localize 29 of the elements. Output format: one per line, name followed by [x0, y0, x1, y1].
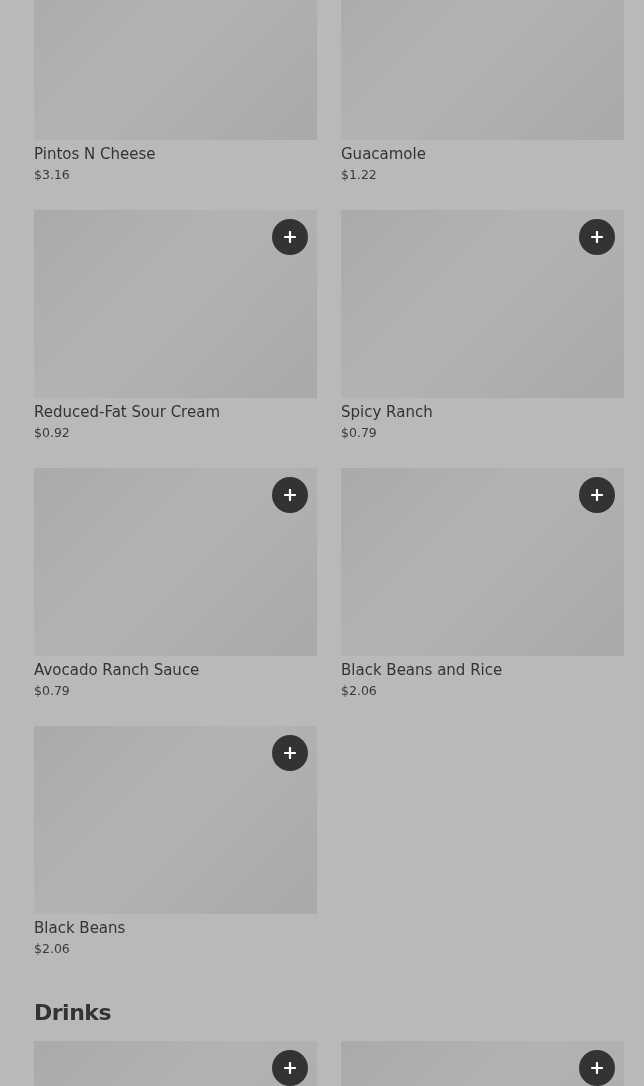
- item-name: Reduced-Fat Sour Cream: [34, 403, 221, 421]
- add-button[interactable]: [579, 1050, 615, 1086]
- add-button[interactable]: [579, 477, 615, 513]
- plus-icon: [591, 231, 603, 243]
- item-name: Guacamole: [341, 145, 427, 163]
- item-price: $2.06: [341, 683, 378, 698]
- plus-icon: [591, 489, 603, 501]
- plus-icon: [284, 1062, 296, 1074]
- plus-icon: [284, 747, 296, 759]
- item-name: Black Beans and Rice: [341, 661, 504, 679]
- item-price: $2.06: [34, 941, 71, 956]
- item-name: Avocado Ranch Sauce: [34, 661, 201, 679]
- item-price: $0.79: [341, 425, 378, 440]
- add-button[interactable]: [579, 219, 615, 255]
- item-price: $1.22: [341, 167, 378, 182]
- plus-icon: [284, 489, 296, 501]
- add-button[interactable]: [272, 219, 308, 255]
- item-name: Spicy Ranch: [341, 403, 434, 421]
- section-heading: Drinks: [34, 1000, 113, 1025]
- item-price: $0.79: [34, 683, 71, 698]
- plus-icon: [591, 1062, 603, 1074]
- item-name: Black Beans: [34, 919, 127, 937]
- item-name: Pintos N Cheese: [34, 145, 157, 163]
- plus-icon: [284, 231, 296, 243]
- item-price: $3.16: [34, 167, 71, 182]
- add-button[interactable]: [272, 1050, 308, 1086]
- add-button[interactable]: [272, 735, 308, 771]
- add-button[interactable]: [272, 477, 308, 513]
- item-price: $0.92: [34, 425, 71, 440]
